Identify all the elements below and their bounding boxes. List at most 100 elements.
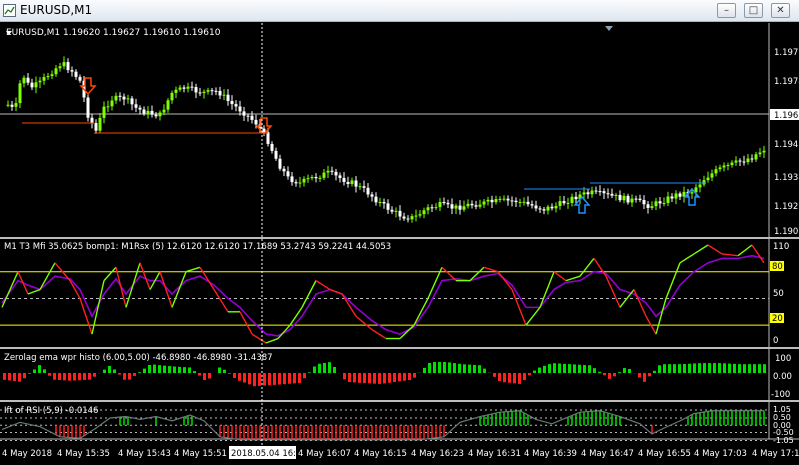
zerolag-bar bbox=[323, 363, 326, 373]
zerolag-bar bbox=[628, 369, 631, 373]
candle-body bbox=[143, 109, 146, 113]
zerolag-panel-header: Zerolag ema wpr histo (6.00,5.00) -46.89… bbox=[4, 353, 273, 363]
zerolag-bar bbox=[298, 373, 301, 383]
mfi-panel[interactable] bbox=[0, 245, 769, 343]
candle-body bbox=[95, 123, 98, 131]
mfi-level-label: 110 bbox=[773, 242, 789, 252]
candle-body bbox=[563, 201, 566, 203]
candle-body bbox=[399, 211, 402, 217]
candle-body bbox=[59, 66, 62, 68]
candle-body bbox=[471, 204, 474, 205]
rsx-line-segment bbox=[634, 290, 646, 317]
zerolag-bar bbox=[723, 363, 726, 373]
candle-body bbox=[487, 200, 490, 202]
candle-body bbox=[419, 214, 422, 215]
candle-body bbox=[619, 195, 622, 200]
candle-body bbox=[231, 101, 234, 104]
candle-body bbox=[691, 192, 694, 193]
zerolag-bar bbox=[33, 369, 36, 373]
time-label: 4 May 16:39 bbox=[524, 449, 577, 459]
candle-body bbox=[759, 152, 762, 154]
minimize-button[interactable]: – bbox=[717, 3, 736, 18]
candle-body bbox=[435, 207, 438, 208]
candle-body bbox=[331, 171, 334, 172]
panel-separator[interactable] bbox=[0, 347, 799, 349]
zerolag-bar bbox=[478, 365, 481, 373]
candle-body bbox=[255, 120, 258, 125]
candle-body bbox=[379, 202, 382, 203]
candle-body bbox=[47, 76, 50, 77]
zerolag-bar bbox=[728, 364, 731, 373]
rsx-line-segment bbox=[172, 272, 186, 308]
window-title: EURUSD,M1 bbox=[20, 3, 92, 17]
candle-body bbox=[375, 197, 378, 203]
candle-body bbox=[339, 175, 342, 178]
zerolag-bar bbox=[313, 367, 316, 373]
candle-body bbox=[115, 96, 118, 101]
candle-body bbox=[63, 62, 66, 66]
candle-body bbox=[391, 210, 394, 212]
candle-body bbox=[335, 172, 338, 176]
candle-body bbox=[159, 112, 162, 116]
price-panel[interactable] bbox=[0, 56, 769, 222]
candle-body bbox=[703, 180, 706, 184]
zerolag-bar bbox=[668, 364, 671, 373]
candle-body bbox=[507, 199, 510, 201]
time-label: 4 May 16:23 bbox=[411, 449, 464, 459]
candle-body bbox=[595, 191, 598, 192]
candle-body bbox=[451, 204, 454, 208]
candle-body bbox=[647, 204, 650, 208]
candle-body bbox=[163, 110, 166, 113]
rsx-line-segment bbox=[566, 276, 580, 280]
candle-body bbox=[211, 90, 214, 91]
candle-body bbox=[275, 151, 278, 159]
restore-button[interactable]: □ bbox=[744, 3, 763, 18]
candle-body bbox=[751, 159, 754, 160]
candle-body bbox=[591, 191, 594, 195]
candle-body bbox=[271, 144, 274, 151]
window-titlebar[interactable]: EURUSD,M1 – □ ✕ bbox=[0, 0, 799, 22]
zerolag-bar bbox=[613, 373, 616, 376]
candle-body bbox=[315, 177, 318, 178]
mfi-level-label: 20 bbox=[772, 314, 783, 324]
candle-body bbox=[663, 203, 666, 204]
chart-area[interactable]: EURUSD,M1 1.19620 1.19627 1.19610 1.1961… bbox=[0, 23, 799, 461]
rsx-line-segment bbox=[252, 334, 266, 343]
zerolag-bar bbox=[348, 373, 351, 382]
time-label: 4 May 15:51 bbox=[174, 449, 227, 459]
candle-body bbox=[171, 93, 174, 100]
candle-body bbox=[267, 132, 270, 144]
candle-body bbox=[763, 151, 766, 153]
candle-body bbox=[359, 186, 362, 187]
close-button[interactable]: ✕ bbox=[771, 3, 790, 18]
candle-body bbox=[307, 178, 310, 179]
candle-body bbox=[243, 111, 246, 115]
candle-body bbox=[655, 201, 658, 206]
zerolag-bar bbox=[643, 373, 646, 382]
zerolag-panel[interactable] bbox=[3, 362, 766, 386]
panel-separator[interactable] bbox=[0, 400, 799, 402]
rsx-line-segment bbox=[526, 307, 540, 325]
candle-body bbox=[499, 199, 502, 200]
candle-body bbox=[715, 169, 718, 173]
ift-panel[interactable] bbox=[0, 410, 769, 440]
rsx-line-segment bbox=[554, 272, 566, 281]
candle-body bbox=[51, 74, 54, 76]
zerolag-bar bbox=[608, 373, 611, 379]
chart-canvas[interactable]: EURUSD,M1 1.19620 1.19627 1.19610 1.1961… bbox=[0, 23, 799, 461]
zerolag-bar bbox=[163, 366, 166, 373]
zerolag-bar bbox=[263, 373, 266, 386]
candle-body bbox=[735, 161, 738, 163]
panel-separator[interactable] bbox=[0, 237, 799, 239]
candle-body bbox=[539, 208, 542, 209]
chart-shift-marker-icon[interactable] bbox=[605, 26, 613, 31]
candle-body bbox=[387, 203, 390, 209]
zerolag-bar bbox=[358, 373, 361, 383]
zerolag-bar bbox=[483, 369, 486, 373]
zerolag-bar bbox=[13, 373, 16, 381]
zerolag-bar bbox=[753, 364, 756, 373]
rsx-line-segment bbox=[92, 281, 104, 334]
candle-body bbox=[427, 207, 430, 210]
candle-body bbox=[207, 90, 210, 92]
rsx-line-segment bbox=[400, 325, 414, 338]
